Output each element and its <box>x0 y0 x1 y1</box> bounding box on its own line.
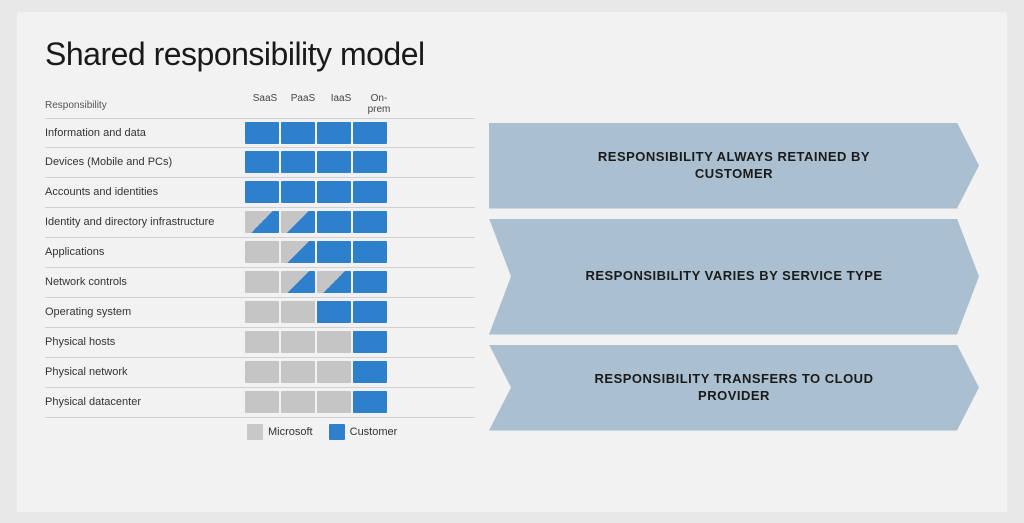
cell-1-0 <box>245 151 279 173</box>
legend: Microsoft Customer <box>247 424 475 440</box>
legend-box-customer <box>329 424 345 440</box>
row-label: Accounts and identities <box>45 186 245 198</box>
cell-2-2 <box>317 181 351 203</box>
cell-2-3 <box>353 181 387 203</box>
cell-0-2 <box>317 122 351 144</box>
legend-customer-label: Customer <box>350 426 398 438</box>
col-header-saas: SaaS <box>247 93 283 115</box>
cell-8-3 <box>353 361 387 383</box>
cell-9-0 <box>245 391 279 413</box>
col-header-responsibility: Responsibility <box>45 100 107 111</box>
legend-microsoft-label: Microsoft <box>268 426 313 438</box>
cell-9-2 <box>317 391 351 413</box>
cell-1-1 <box>281 151 315 173</box>
cell-8-2 <box>317 361 351 383</box>
cell-6-1 <box>281 301 315 323</box>
row-label: Identity and directory infrastructure <box>45 216 245 228</box>
cell-3-3 <box>353 211 387 233</box>
table-row: Network controls <box>45 268 475 298</box>
legend-box-microsoft <box>247 424 263 440</box>
table-row: Operating system <box>45 298 475 328</box>
row-label: Devices (Mobile and PCs) <box>45 156 245 168</box>
table-row: Information and data <box>45 118 475 148</box>
row-label: Information and data <box>45 127 245 139</box>
cell-5-2 <box>317 271 351 293</box>
row-label: Physical datacenter <box>45 396 245 408</box>
legend-customer: Customer <box>329 424 398 440</box>
arrow-1: RESPONSIBILITY VARIES BY SERVICE TYPE <box>489 219 979 335</box>
cell-8-0 <box>245 361 279 383</box>
table-row: Physical hosts <box>45 328 475 358</box>
arrow-text-1: RESPONSIBILITY VARIES BY SERVICE TYPE <box>555 268 912 285</box>
cell-6-2 <box>317 301 351 323</box>
row-label: Applications <box>45 246 245 258</box>
cell-4-3 <box>353 241 387 263</box>
table-row: Applications <box>45 238 475 268</box>
col-header-onprem: On-prem <box>361 93 397 115</box>
table-row: Physical network <box>45 358 475 388</box>
page-title: Shared responsibility model <box>45 36 979 73</box>
slide: Shared responsibility model Responsibili… <box>17 12 1007 512</box>
cell-3-1 <box>281 211 315 233</box>
cell-2-1 <box>281 181 315 203</box>
row-label: Network controls <box>45 276 245 288</box>
cell-0-0 <box>245 122 279 144</box>
cell-2-0 <box>245 181 279 203</box>
cell-5-1 <box>281 271 315 293</box>
cell-0-3 <box>353 122 387 144</box>
cell-3-0 <box>245 211 279 233</box>
legend-microsoft: Microsoft <box>247 424 313 440</box>
cell-1-3 <box>353 151 387 173</box>
cell-7-0 <box>245 331 279 353</box>
table-row: Accounts and identities <box>45 178 475 208</box>
table-row: Devices (Mobile and PCs) <box>45 148 475 178</box>
row-label: Operating system <box>45 306 245 318</box>
cell-0-1 <box>281 122 315 144</box>
main-layout: Responsibility SaaS PaaS IaaS On-prem In… <box>45 91 979 491</box>
cell-9-3 <box>353 391 387 413</box>
left-column: Responsibility SaaS PaaS IaaS On-prem In… <box>45 91 475 491</box>
arrow-0: RESPONSIBILITY ALWAYS RETAINED BY CUSTOM… <box>489 123 979 209</box>
table-row: Physical datacenter <box>45 388 475 418</box>
col-header-iaas: IaaS <box>323 93 359 115</box>
cell-7-2 <box>317 331 351 353</box>
table-row: Identity and directory infrastructure <box>45 208 475 238</box>
table: Information and data Devices (Mobile and … <box>45 118 475 418</box>
cell-8-1 <box>281 361 315 383</box>
cell-1-2 <box>317 151 351 173</box>
cell-7-3 <box>353 331 387 353</box>
cell-5-3 <box>353 271 387 293</box>
arrow-text-0: RESPONSIBILITY ALWAYS RETAINED BY CUSTOM… <box>534 149 934 183</box>
cell-4-2 <box>317 241 351 263</box>
cell-3-2 <box>317 211 351 233</box>
cell-6-0 <box>245 301 279 323</box>
cell-4-1 <box>281 241 315 263</box>
cell-4-0 <box>245 241 279 263</box>
col-header-paas: PaaS <box>285 93 321 115</box>
arrow-2: RESPONSIBILITY TRANSFERS TO CLOUD PROVID… <box>489 345 979 431</box>
cell-6-3 <box>353 301 387 323</box>
row-label: Physical hosts <box>45 336 245 348</box>
cell-5-0 <box>245 271 279 293</box>
arrow-text-2: RESPONSIBILITY TRANSFERS TO CLOUD PROVID… <box>534 371 934 405</box>
cell-9-1 <box>281 391 315 413</box>
cell-7-1 <box>281 331 315 353</box>
right-column: RESPONSIBILITY ALWAYS RETAINED BY CUSTOM… <box>475 91 979 491</box>
row-label: Physical network <box>45 366 245 378</box>
